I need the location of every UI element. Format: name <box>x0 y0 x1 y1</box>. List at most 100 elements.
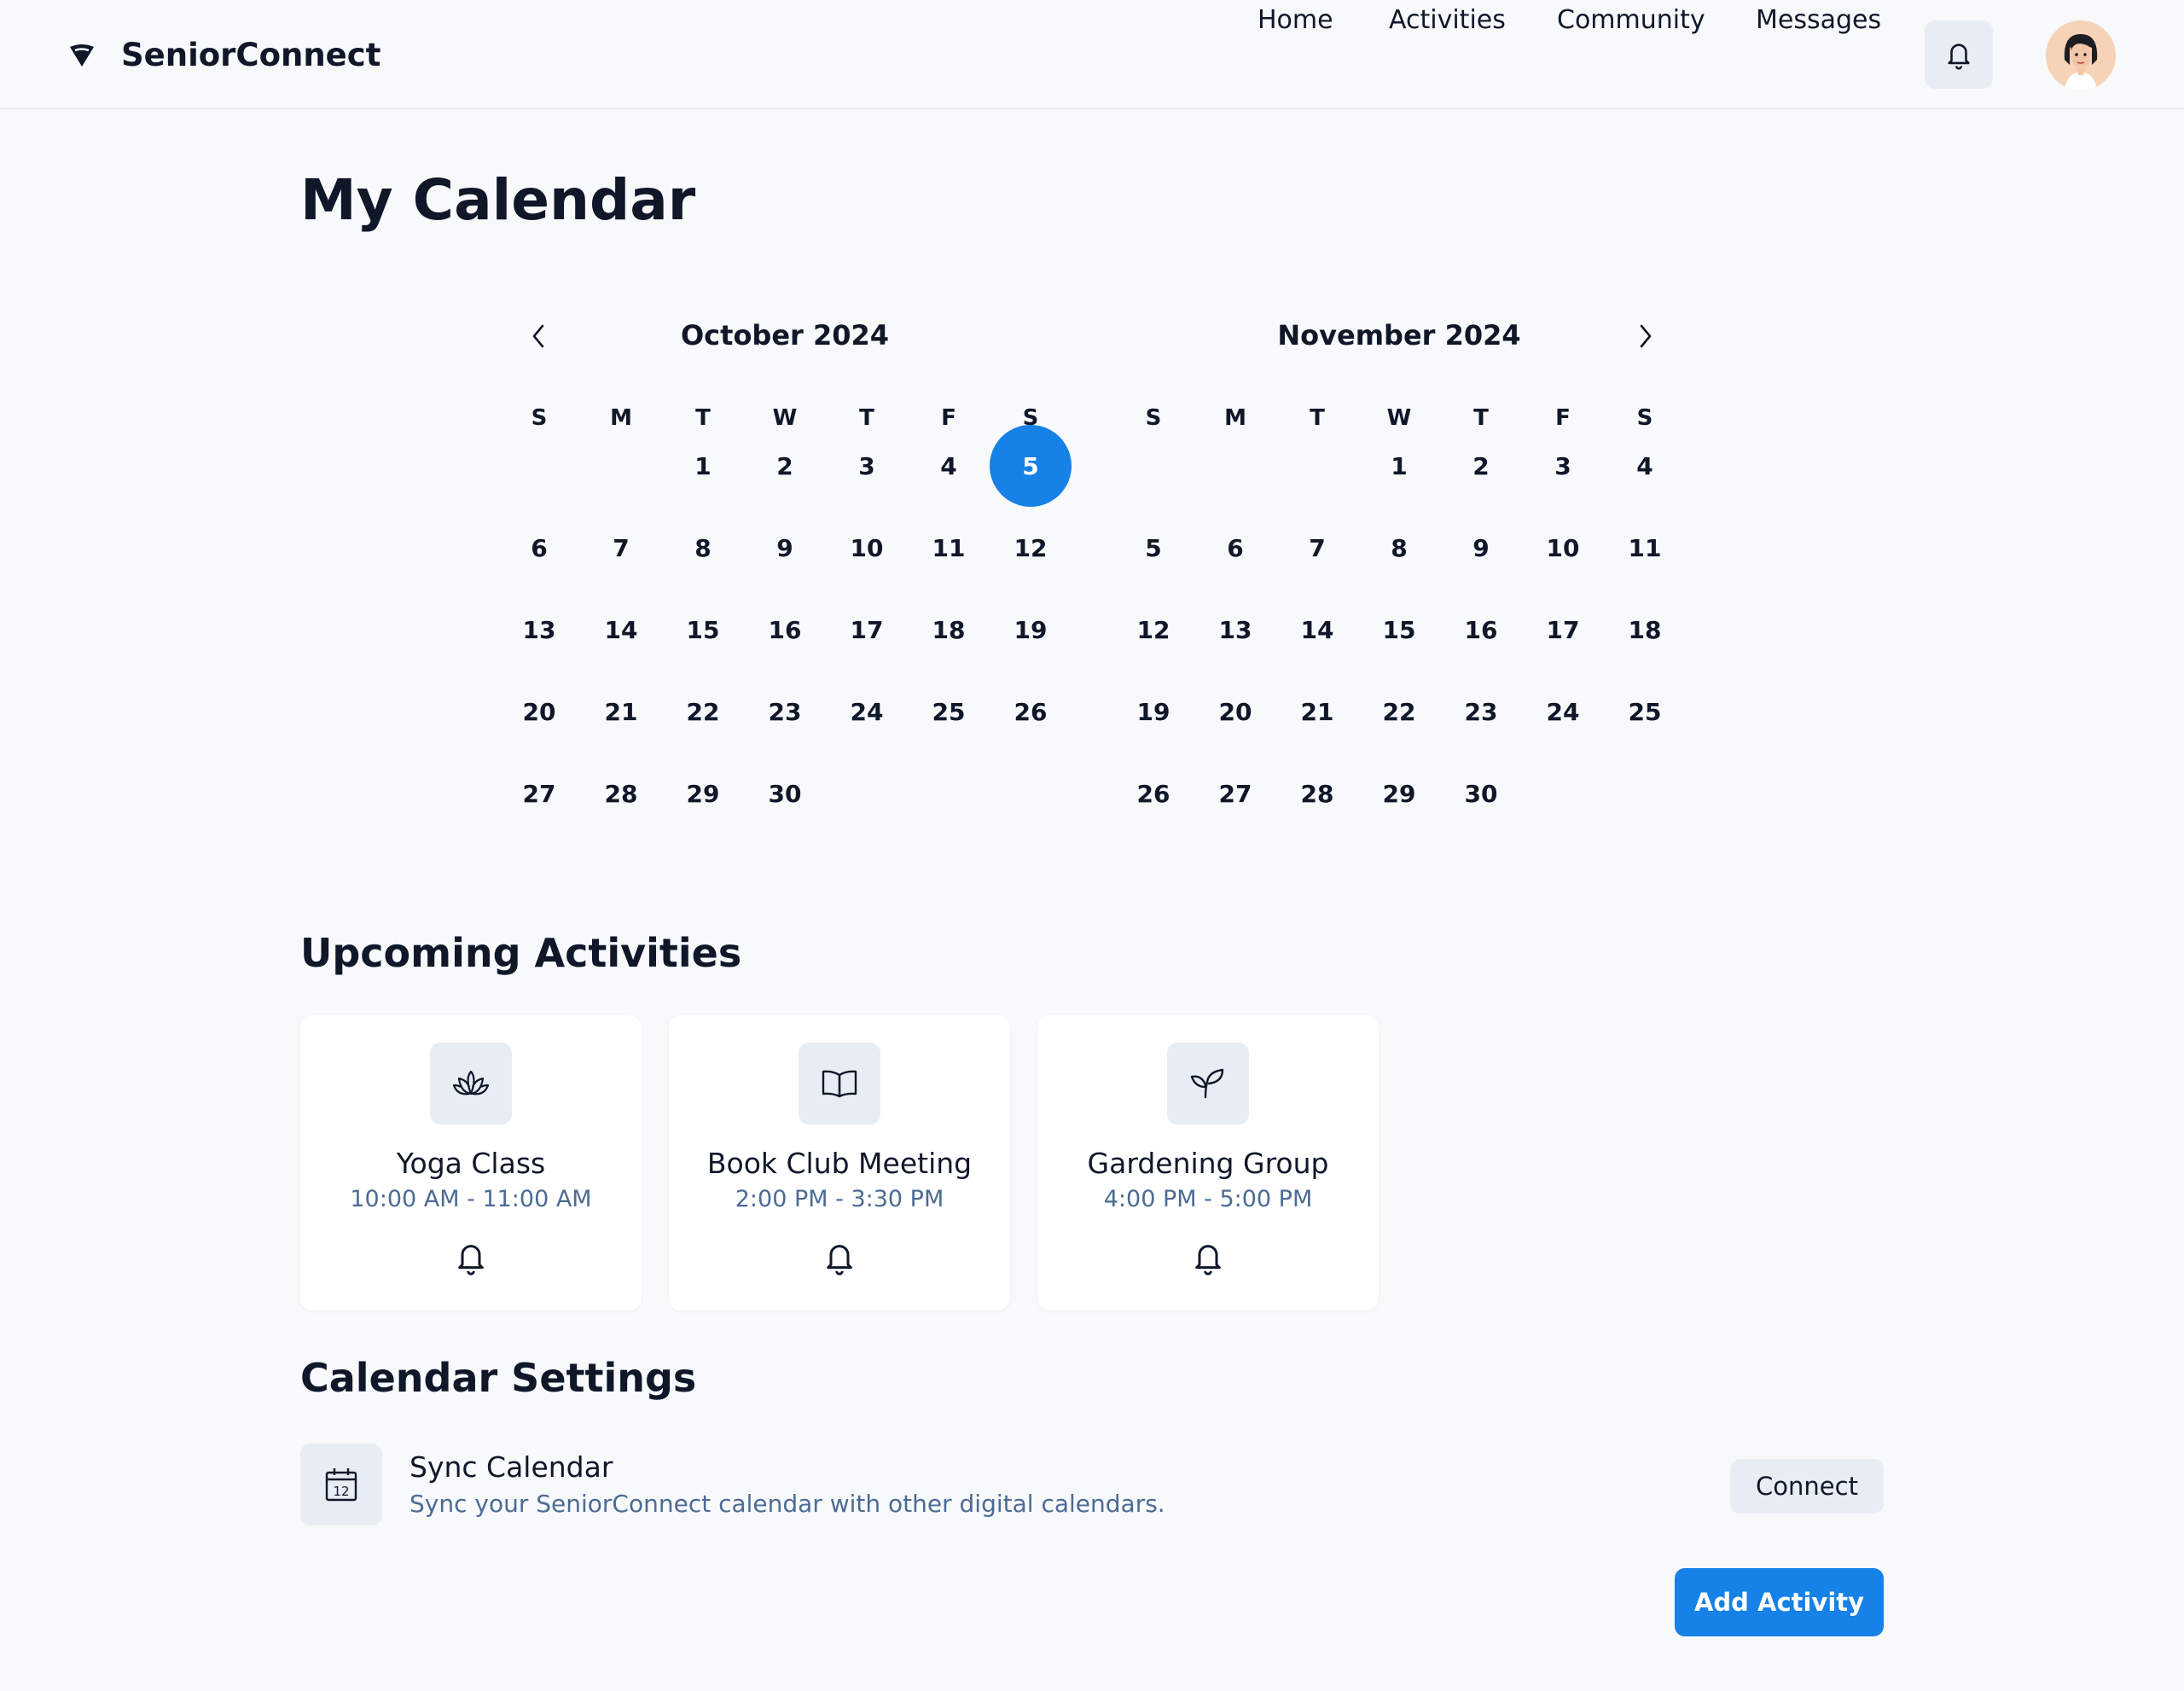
calendar-day[interactable]: 18 <box>1604 589 1686 671</box>
calendar-day[interactable]: 13 <box>498 589 580 671</box>
reminder-bell-icon[interactable] <box>454 1239 488 1276</box>
reminder-bell-icon[interactable] <box>822 1239 857 1276</box>
calendar-day[interactable]: 23 <box>1440 671 1522 753</box>
top-navigation-bar: SeniorConnect Home Activities Community … <box>0 0 2184 109</box>
calendar-day[interactable]: 17 <box>826 589 908 671</box>
calendar-day[interactable]: 27 <box>498 753 580 834</box>
calendar-day[interactable]: 25 <box>908 671 990 753</box>
weekday-header: S <box>531 405 548 431</box>
calendar-day[interactable]: 3 <box>1522 425 1604 507</box>
calendar-day[interactable]: 3 <box>826 425 908 507</box>
calendar-day[interactable]: 26 <box>1112 753 1194 834</box>
nav-community[interactable]: Community <box>1557 5 1705 35</box>
sync-calendar-description: Sync your SeniorConnect calendar with ot… <box>410 1490 1165 1518</box>
calendar-day[interactable]: 30 <box>744 753 826 834</box>
calendar-day[interactable]: 27 <box>1194 753 1276 834</box>
calendar-day[interactable]: 16 <box>1440 589 1522 671</box>
brand[interactable]: SeniorConnect <box>68 34 380 75</box>
calendar-day[interactable]: 7 <box>580 507 662 589</box>
calendar-day[interactable]: 12 <box>1112 589 1194 671</box>
calendar-day[interactable]: 24 <box>1522 671 1604 753</box>
calendar-day[interactable]: 23 <box>744 671 826 753</box>
calendar-day[interactable]: 29 <box>1358 753 1440 834</box>
calendar-day[interactable]: 1 <box>1358 425 1440 507</box>
connect-button[interactable]: Connect <box>1730 1459 1884 1514</box>
calendar-day[interactable]: 2 <box>744 425 826 507</box>
calendar-day[interactable]: 14 <box>580 589 662 671</box>
reminder-bell-icon[interactable] <box>1191 1239 1225 1276</box>
chevron-right-icon <box>1640 324 1652 348</box>
calendar-day[interactable]: 7 <box>1276 507 1358 589</box>
calendar-day[interactable]: 28 <box>1276 753 1358 834</box>
calendar-day[interactable]: 22 <box>1358 671 1440 753</box>
calendar-day[interactable]: 20 <box>1194 671 1276 753</box>
activity-time: 10:00 AM - 11:00 AM <box>350 1186 592 1212</box>
calendar-day[interactable]: 6 <box>498 507 580 589</box>
calendar-day[interactable]: 10 <box>1522 507 1604 589</box>
calendar-day[interactable]: 1 <box>662 425 744 507</box>
calendar-day[interactable]: 11 <box>908 507 990 589</box>
calendar-day[interactable]: 10 <box>826 507 908 589</box>
calendar-header: October 2024 <box>498 307 1072 367</box>
calendar-day[interactable]: 26 <box>990 671 1072 753</box>
calendar-day[interactable]: 20 <box>498 671 580 753</box>
activity-card-yoga[interactable]: Yoga Class 10:00 AM - 11:00 AM <box>300 1015 642 1310</box>
calendar-day[interactable]: 4 <box>1604 425 1686 507</box>
calendar-day[interactable]: 19 <box>990 589 1072 671</box>
calendar-day[interactable]: 17 <box>1522 589 1604 671</box>
weekday-header: S <box>1145 405 1162 431</box>
next-month-button[interactable] <box>1628 319 1662 353</box>
weekday-header: T <box>1310 405 1325 431</box>
activity-card-book-club[interactable]: Book Club Meeting 2:00 PM - 3:30 PM <box>669 1015 1010 1310</box>
calendar-day-selected[interactable]: 5 <box>990 425 1072 507</box>
calendar-icon: 12 <box>325 1468 357 1502</box>
avatar-image <box>2046 20 2116 90</box>
calendar-day[interactable]: 21 <box>580 671 662 753</box>
calendar-october: October 2024 S M T W T F S 1 2 3 4 5 6 7 8 9 10 11 12 13 14 1… <box>498 307 1072 808</box>
calendar-day[interactable]: 9 <box>744 507 826 589</box>
calendar-day[interactable]: 25 <box>1604 671 1686 753</box>
calendar-day[interactable]: 19 <box>1112 671 1194 753</box>
calendar-day[interactable]: 13 <box>1194 589 1276 671</box>
calendar-day[interactable]: 6 <box>1194 507 1276 589</box>
user-avatar[interactable] <box>2046 20 2116 90</box>
calendar-day[interactable]: 18 <box>908 589 990 671</box>
bell-icon <box>1948 44 1970 70</box>
activity-icon-box <box>430 1043 512 1124</box>
calendar-day[interactable]: 11 <box>1604 507 1686 589</box>
nav-home[interactable]: Home <box>1258 5 1333 35</box>
nav-messages[interactable]: Messages <box>1756 5 1881 35</box>
sync-calendar-title: Sync Calendar <box>410 1450 613 1484</box>
calendar-day[interactable]: 21 <box>1276 671 1358 753</box>
book-icon <box>822 1070 857 1098</box>
calendar-day[interactable]: 2 <box>1440 425 1522 507</box>
calendar-day[interactable]: 16 <box>744 589 826 671</box>
calendar-day[interactable]: 14 <box>1276 589 1358 671</box>
activity-icon-box <box>1167 1043 1249 1124</box>
sprout-icon <box>1190 1068 1224 1099</box>
calendar-day[interactable]: 5 <box>1112 507 1194 589</box>
calendar-day[interactable]: 22 <box>662 671 744 753</box>
upcoming-activities-heading: Upcoming Activities <box>300 930 742 976</box>
calendar-day[interactable]: 9 <box>1440 507 1522 589</box>
calendar-day[interactable]: 8 <box>662 507 744 589</box>
activity-card-gardening[interactable]: Gardening Group 4:00 PM - 5:00 PM <box>1037 1015 1379 1310</box>
calendar-day[interactable]: 29 <box>662 753 744 834</box>
calendar-day[interactable]: 8 <box>1358 507 1440 589</box>
calendar-settings-heading: Calendar Settings <box>300 1355 697 1401</box>
calendar-day[interactable]: 24 <box>826 671 908 753</box>
activity-title: Yoga Class <box>396 1147 546 1180</box>
weekday-header: M <box>1224 405 1246 431</box>
calendar-day[interactable]: 30 <box>1440 753 1522 834</box>
calendar-day[interactable]: 12 <box>990 507 1072 589</box>
calendar-day[interactable]: 28 <box>580 753 662 834</box>
notifications-button[interactable] <box>1925 20 1993 89</box>
calendar-day[interactable]: 15 <box>1358 589 1440 671</box>
calendar-day[interactable]: 4 <box>908 425 990 507</box>
sync-calendar-icon-box: 12 <box>300 1444 382 1525</box>
nav-activities[interactable]: Activities <box>1389 5 1506 35</box>
activity-time: 2:00 PM - 3:30 PM <box>735 1186 944 1212</box>
add-activity-button[interactable]: Add Activity <box>1675 1568 1884 1636</box>
page-title: My Calendar <box>300 167 696 233</box>
calendar-day[interactable]: 15 <box>662 589 744 671</box>
